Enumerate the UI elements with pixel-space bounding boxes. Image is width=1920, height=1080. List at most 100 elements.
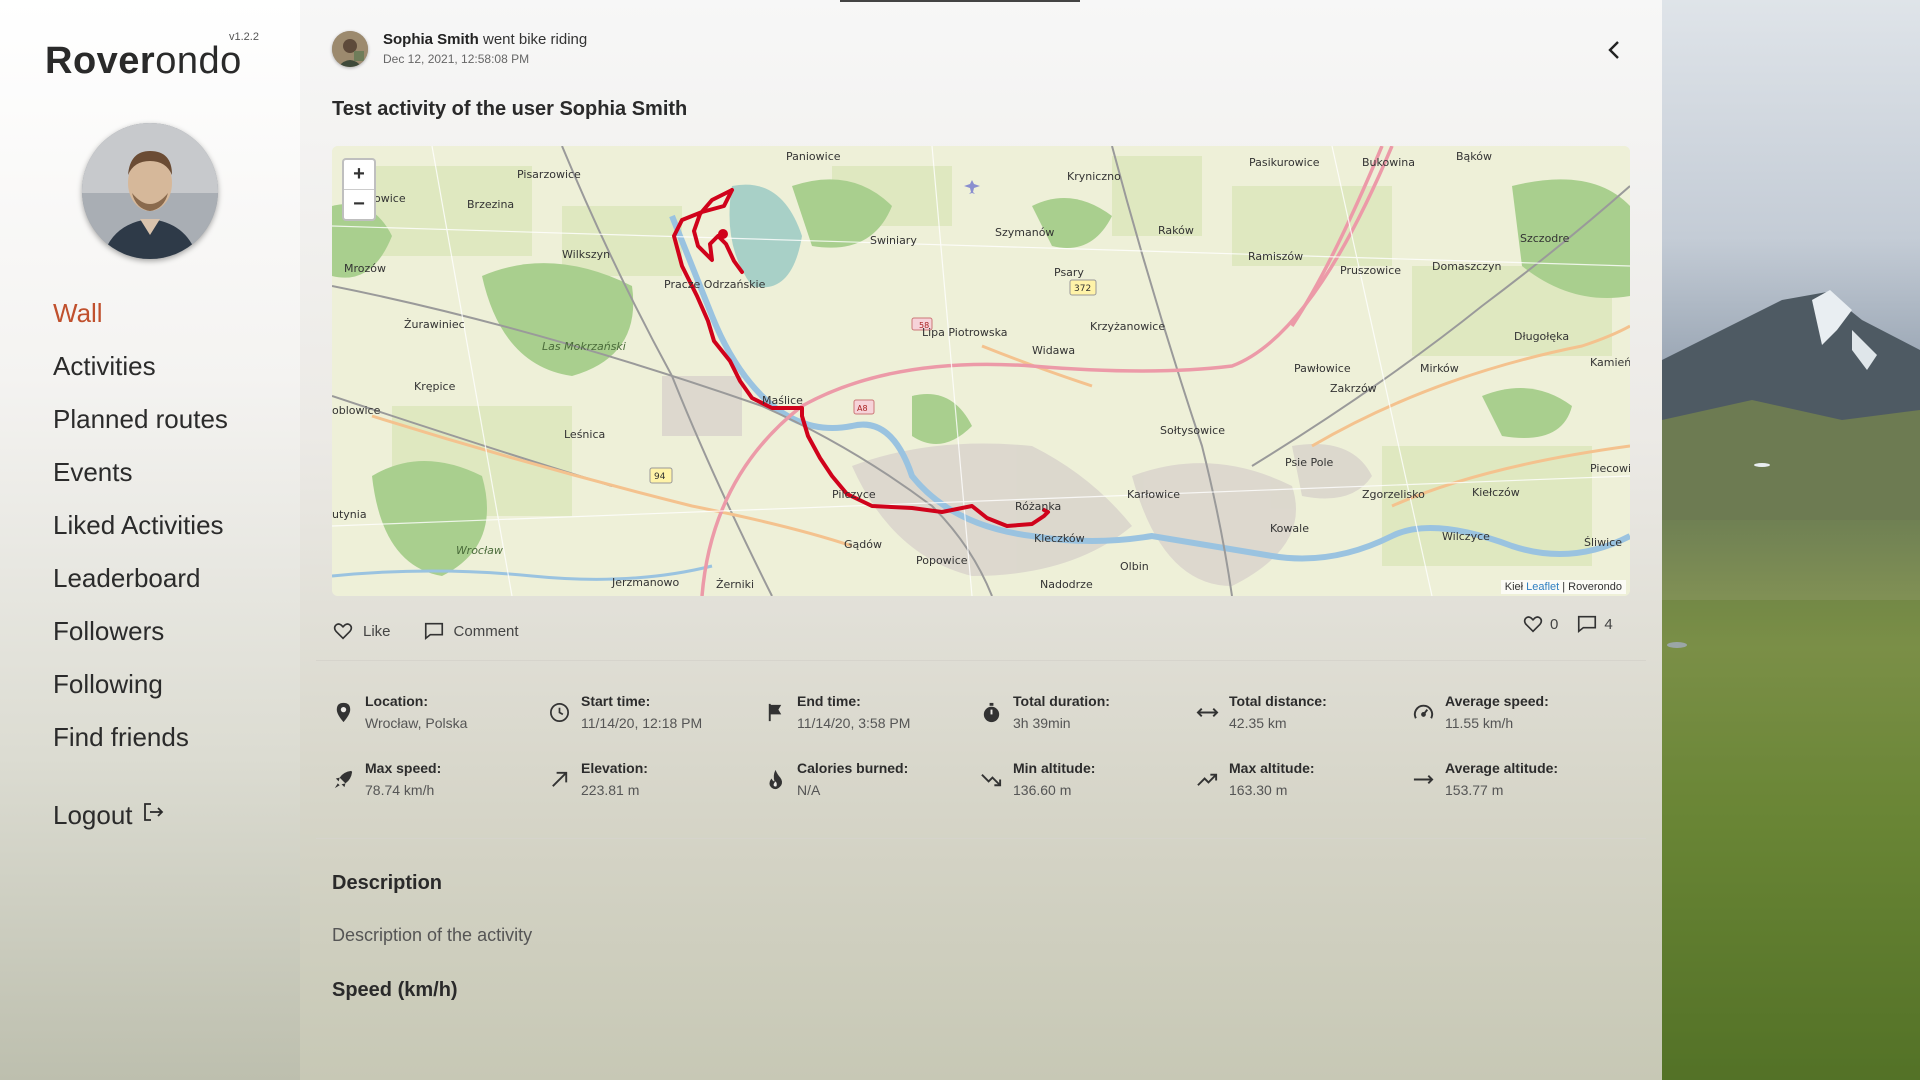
background-landscape [1662,0,1920,1080]
stat-max-speed: Max speed: 78.74 km/h [332,759,548,798]
map-attribution: Kieł Leaflet | Roverondo [1500,580,1626,594]
location-pin-icon [336,702,351,723]
stat-end-time: End time: 11/14/20, 3:58 PM [764,692,980,731]
svg-text:Olbin: Olbin [1120,560,1149,573]
stat-max-altitude: Max altitude: 163.30 m [1196,759,1412,798]
stat-average-altitude: Average altitude: 153.77 m [1412,759,1628,798]
svg-text:Widawa: Widawa [1032,344,1075,357]
svg-text:Zgorzelisko: Zgorzelisko [1362,488,1425,501]
arrow-right-icon [1413,774,1434,785]
svg-text:Żerniki: Żerniki [716,578,754,591]
post-actions: Like Comment [332,620,519,642]
comments-count-value: 4 [1604,615,1613,633]
route-start-marker [718,229,728,239]
svg-text:Nadodrze: Nadodrze [1040,578,1093,591]
speedometer-icon [1413,704,1434,719]
flag-icon [768,703,782,722]
sidebar-item-planned-routes[interactable]: Planned routes [53,396,228,449]
svg-text:Lipa Piotrowska: Lipa Piotrowska [922,326,1008,339]
svg-text:Pruszowice: Pruszowice [1340,264,1401,277]
svg-text:Domaszczyn: Domaszczyn [1432,260,1501,273]
sidebar-item-leaderboard[interactable]: Leaderboard [53,555,228,608]
like-button[interactable]: Like [332,620,391,642]
svg-text:oblowice: oblowice [332,404,381,417]
svg-text:Wilkszyn: Wilkszyn [562,248,610,261]
svg-text:372: 372 [1074,284,1091,294]
svg-text:Las Mokrzański: Las Mokrzański [542,340,626,353]
stat-average-speed: Average speed: 11.55 km/h [1412,692,1628,731]
sidebar-item-find-friends[interactable]: Find friends [53,714,228,767]
svg-text:Paniowice: Paniowice [786,150,841,163]
svg-text:Kryniczno: Kryniczno [1067,170,1121,183]
svg-text:Śliwice: Śliwice [1584,536,1622,549]
svg-text:Pilczyce: Pilczyce [832,488,876,501]
svg-text:Szczodre: Szczodre [1520,232,1570,245]
comment-button[interactable]: Comment [423,620,519,642]
stat-location: Location: Wrocław, Polska [332,692,548,731]
logout-button[interactable]: Logout [53,800,165,831]
profile-avatar[interactable] [82,123,218,259]
zoom-in-button[interactable]: + [344,160,374,189]
svg-text:Krępice: Krępice [414,380,456,393]
divider [316,660,1646,661]
divider [316,838,1646,839]
description-heading: Description [332,872,443,894]
logo-part-light: ondo [155,40,242,82]
svg-text:Psie Pole: Psie Pole [1285,456,1334,469]
heart-icon [333,623,353,640]
svg-text:Kiełczów: Kiełczów [1472,486,1520,499]
app-logo[interactable]: Roverondo [45,40,242,83]
speed-chart-heading: Speed (km/h) [332,979,458,1001]
svg-text:94: 94 [654,472,666,482]
svg-text:Mrozów: Mrozów [344,262,386,275]
top-scroll-indicator [840,0,1080,2]
svg-text:Kleczków: Kleczków [1034,532,1085,545]
elevation-arrow-icon [552,771,568,787]
sidebar-item-events[interactable]: Events [53,449,228,502]
sidebar-item-activities[interactable]: Activities [53,343,228,396]
attribution-text: | Roverondo [1559,581,1622,593]
attribution-prefix: Kieł [1504,581,1524,593]
sidebar-item-following[interactable]: Following [53,661,228,714]
rocket-icon [334,770,353,789]
post-author-avatar[interactable] [332,31,368,67]
svg-text:Popowice: Popowice [916,554,968,567]
post-date: Dec 12, 2021, 12:58:08 PM [383,52,530,66]
svg-text:Ramiszów: Ramiszów [1248,250,1303,263]
description-text: Description of the activity [332,925,533,945]
activity-title: Test activity of the user Sophia Smith [332,98,688,120]
svg-text:58: 58 [919,321,929,330]
sidebar-item-followers[interactable]: Followers [53,608,228,661]
fire-icon [769,769,783,790]
leaflet-link[interactable]: Leaflet [1526,581,1559,593]
sidebar-item-liked-activities[interactable]: Liked Activities [53,502,228,555]
svg-text:Maślice: Maślice [762,394,803,407]
sidebar-item-wall[interactable]: Wall [53,290,228,343]
svg-text:Wilczyce: Wilczyce [1442,530,1490,543]
back-button[interactable] [1600,36,1628,64]
svg-text:Pisarzowice: Pisarzowice [517,168,581,181]
svg-text:Swiniary: Swiniary [870,234,917,247]
svg-text:Brzezina: Brzezina [467,198,514,211]
zoom-out-button[interactable]: − [344,189,374,219]
svg-text:Mirków: Mirków [1420,362,1459,375]
comments-count[interactable]: 4 [1576,613,1613,635]
post-counters: 0 4 [1522,613,1613,635]
comment-icon [1578,615,1597,634]
likes-count[interactable]: 0 [1522,613,1558,635]
distance-arrows-icon [1196,707,1219,718]
svg-text:utynia: utynia [332,508,367,521]
svg-text:Bukowina: Bukowina [1362,156,1415,169]
svg-text:Długołęka: Długołęka [1514,330,1569,343]
route-map[interactable]: Paniowice Kryniczno Pasikurowice Bukowin… [332,146,1630,596]
sidebar-nav: Wall Activities Planned routes Events Li… [53,290,228,767]
stat-calories-burned: Calories burned: N/A [764,759,980,798]
svg-text:A8: A8 [857,404,868,413]
logout-label: Logout [53,800,133,830]
svg-text:Gądów: Gądów [844,538,882,551]
post-author-name[interactable]: Sophia Smith [383,31,479,48]
svg-text:Żurawiniec: Żurawiniec [404,318,465,331]
likes-count-value: 0 [1550,615,1559,633]
svg-text:Szymanów: Szymanów [995,226,1054,239]
stat-total-distance: Total distance: 42.35 km [1196,692,1412,731]
